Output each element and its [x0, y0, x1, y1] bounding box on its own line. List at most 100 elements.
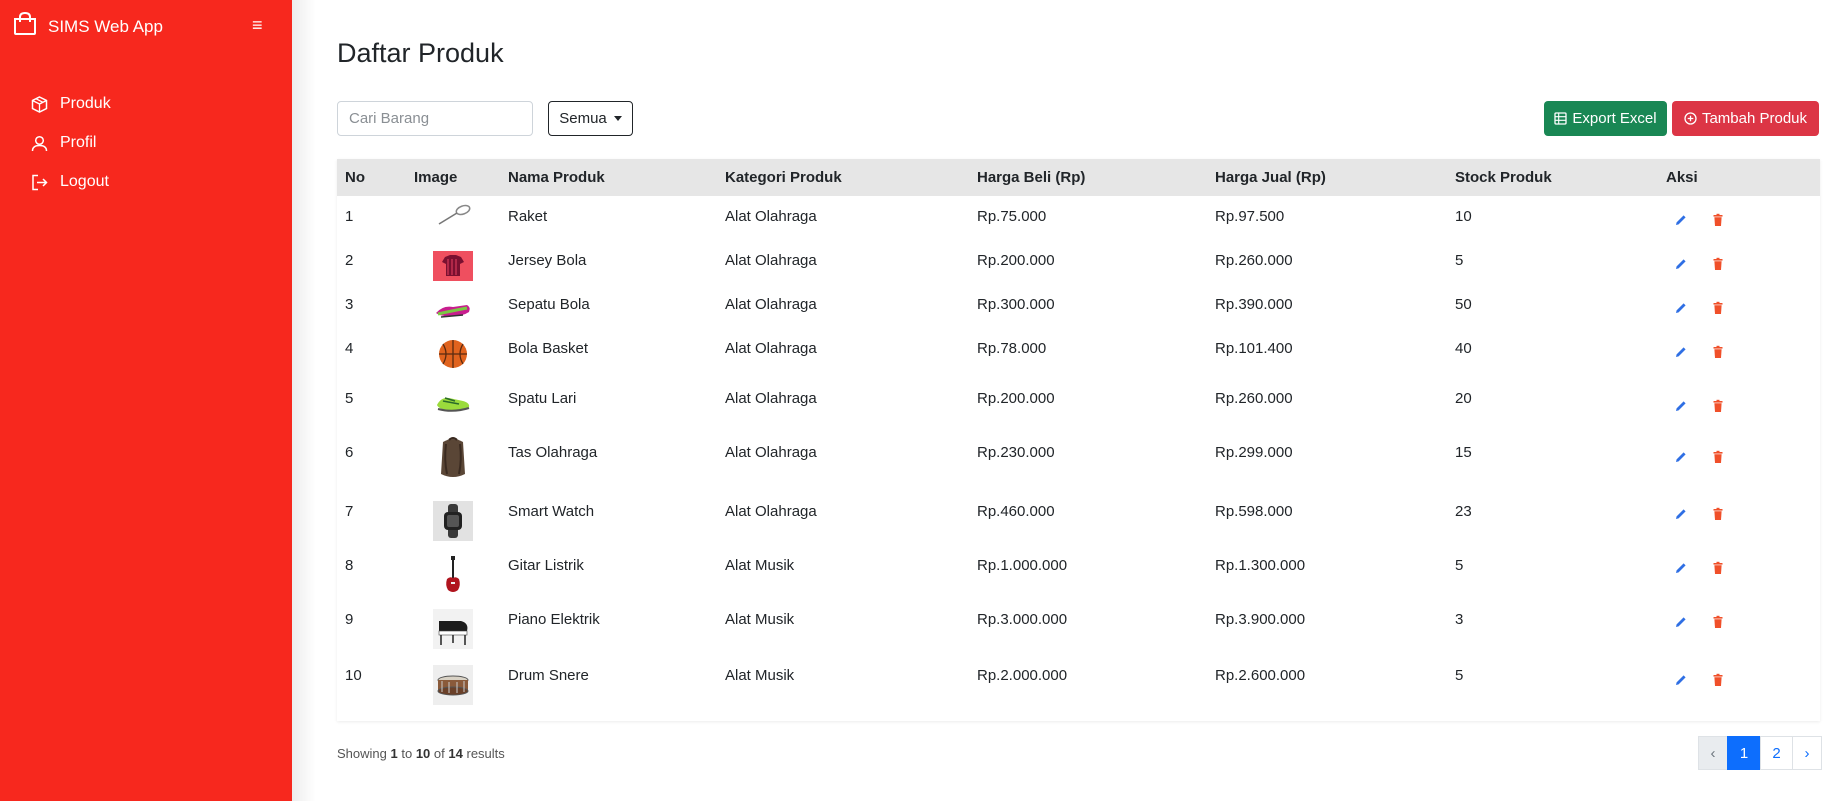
add-product-button[interactable]: Tambah Produk: [1672, 101, 1819, 136]
cell-stock: 3: [1455, 611, 1464, 628]
sidebar-item-logout[interactable]: Logout: [30, 172, 111, 192]
sidebar-item-label: Profil: [60, 134, 97, 151]
edit-icon[interactable]: [1674, 399, 1688, 413]
cell-category: Alat Olahraga: [725, 390, 817, 407]
search-input[interactable]: [337, 101, 533, 136]
cell-no: 8: [345, 557, 354, 574]
cell-sell: Rp.390.000: [1215, 296, 1293, 313]
pagination-page-2[interactable]: 2: [1760, 736, 1793, 770]
cell-stock: 40: [1455, 340, 1472, 357]
column-header-image: Image: [414, 169, 458, 186]
trash-icon[interactable]: [1711, 345, 1725, 359]
spreadsheet-icon: [1554, 112, 1568, 125]
cell-category: Alat Musik: [725, 557, 795, 574]
sidebar-item-label: Produk: [60, 95, 111, 112]
cell-stock: 50: [1455, 296, 1472, 313]
pagination-prev-button[interactable]: ‹: [1698, 736, 1728, 770]
results-summary: Showing 1 to 10 of 14 results: [337, 746, 505, 761]
cell-buy: Rp.300.000: [977, 296, 1055, 313]
pagination-page-1[interactable]: 1: [1727, 736, 1761, 770]
app-title: SIMS Web App: [48, 16, 163, 36]
cell-name: Sepatu Bola: [508, 296, 590, 313]
column-header-actions: Aksi: [1666, 169, 1698, 186]
table-row: 4 Bola Basket Alat Olahraga Rp.78.000 Rp.101…: [337, 328, 1820, 372]
cell-buy: Rp.1.000.000: [977, 557, 1068, 574]
summary-of-word: of: [433, 746, 445, 761]
product-image-running-shoe: [433, 382, 473, 422]
summary-to-word: to: [401, 746, 413, 761]
edit-icon[interactable]: [1674, 450, 1688, 464]
table-row: 10 Drum Snere Alat Musik Rp.2.000.000 Rp.2.6…: [337, 655, 1820, 721]
cell-sell: Rp.299.000: [1215, 444, 1293, 461]
trash-icon[interactable]: [1711, 399, 1725, 413]
cell-category: Alat Musik: [725, 611, 795, 628]
brand[interactable]: SIMS Web App: [12, 11, 163, 41]
trash-icon[interactable]: [1711, 673, 1725, 687]
edit-icon[interactable]: [1674, 213, 1688, 227]
cell-sell: Rp.260.000: [1215, 252, 1293, 269]
sidebar-shadow: [292, 0, 316, 801]
pagination: ‹ 1 2 ›: [1698, 736, 1822, 770]
summary-from: 1: [390, 746, 398, 761]
edit-icon[interactable]: [1674, 561, 1688, 575]
summary-prefix: Showing: [337, 746, 387, 761]
trash-icon[interactable]: [1711, 213, 1725, 227]
cell-name: Spatu Lari: [508, 390, 577, 407]
trash-icon[interactable]: [1711, 301, 1725, 315]
cell-name: Bola Basket: [508, 340, 589, 357]
cell-buy: Rp.3.000.000: [977, 611, 1068, 628]
summary-to: 10: [415, 746, 431, 761]
cell-no: 5: [345, 390, 354, 407]
cell-no: 1: [345, 208, 354, 225]
cell-buy: Rp.200.000: [977, 390, 1055, 407]
column-header-name: Nama Produk: [508, 169, 605, 186]
edit-icon[interactable]: [1674, 257, 1688, 271]
cell-sell: Rp.101.400: [1215, 340, 1293, 357]
cell-stock: 23: [1455, 503, 1472, 520]
export-excel-button[interactable]: Export Excel: [1544, 101, 1667, 136]
pagination-next-button[interactable]: ›: [1792, 736, 1822, 770]
edit-icon[interactable]: [1674, 673, 1688, 687]
cell-no: 2: [345, 252, 354, 269]
table-row: 6 Tas Olahraga Alat Olahraga Rp.230.000 Rp.2…: [337, 428, 1820, 493]
trash-icon[interactable]: [1711, 257, 1725, 271]
add-product-label: Tambah Produk: [1701, 110, 1808, 127]
cell-name: Tas Olahraga: [508, 444, 598, 461]
trash-icon[interactable]: [1711, 615, 1725, 629]
edit-icon[interactable]: [1674, 301, 1688, 315]
sidebar: SIMS Web App ≡ Produk Profil Logout: [0, 0, 292, 801]
trash-icon[interactable]: [1711, 450, 1725, 464]
category-filter-dropdown[interactable]: Semua: [548, 101, 633, 136]
sidebar-item-label: Logout: [60, 173, 109, 190]
sidebar-item-produk[interactable]: Produk: [30, 94, 111, 114]
caret-down-icon: [613, 116, 622, 121]
logout-icon: [30, 173, 48, 191]
column-header-stock: Stock Produk: [1455, 169, 1552, 186]
trash-icon[interactable]: [1711, 561, 1725, 575]
table-row: 5 Spatu Lari Alat Olahraga Rp.200.000 Rp.260…: [337, 372, 1820, 428]
edit-icon[interactable]: [1674, 615, 1688, 629]
cell-buy: Rp.230.000: [977, 444, 1055, 461]
trash-icon[interactable]: [1711, 507, 1725, 521]
edit-icon[interactable]: [1674, 507, 1688, 521]
hamburger-menu-button[interactable]: ≡: [252, 16, 263, 34]
summary-total: 14: [448, 746, 463, 761]
product-image-jersey: [433, 246, 473, 286]
cell-no: 10: [345, 667, 362, 684]
edit-icon[interactable]: [1674, 345, 1688, 359]
product-image-sports-bag: [433, 437, 473, 478]
box-icon: [30, 95, 48, 113]
table-row: 2 Jersey Bola Alat Olahraga Rp.200.000 Rp.26…: [337, 240, 1820, 284]
table-row: 9 Piano Elektrik Alat Musik Rp.3.000.000 Rp.…: [337, 601, 1820, 655]
user-icon: [30, 134, 48, 152]
product-image-piano: [433, 609, 473, 649]
cell-name: Drum Snere: [508, 667, 589, 684]
cell-no: 4: [345, 340, 354, 357]
plus-circle-icon: [1684, 112, 1697, 125]
sidebar-item-profil[interactable]: Profil: [30, 133, 111, 153]
cell-buy: Rp.2.000.000: [977, 667, 1068, 684]
table-header: No Image Nama Produk Kategori Produk Har…: [337, 159, 1820, 196]
cell-buy: Rp.78.000: [977, 340, 1047, 357]
cell-stock: 5: [1455, 557, 1464, 574]
cell-category: Alat Olahraga: [725, 252, 817, 269]
